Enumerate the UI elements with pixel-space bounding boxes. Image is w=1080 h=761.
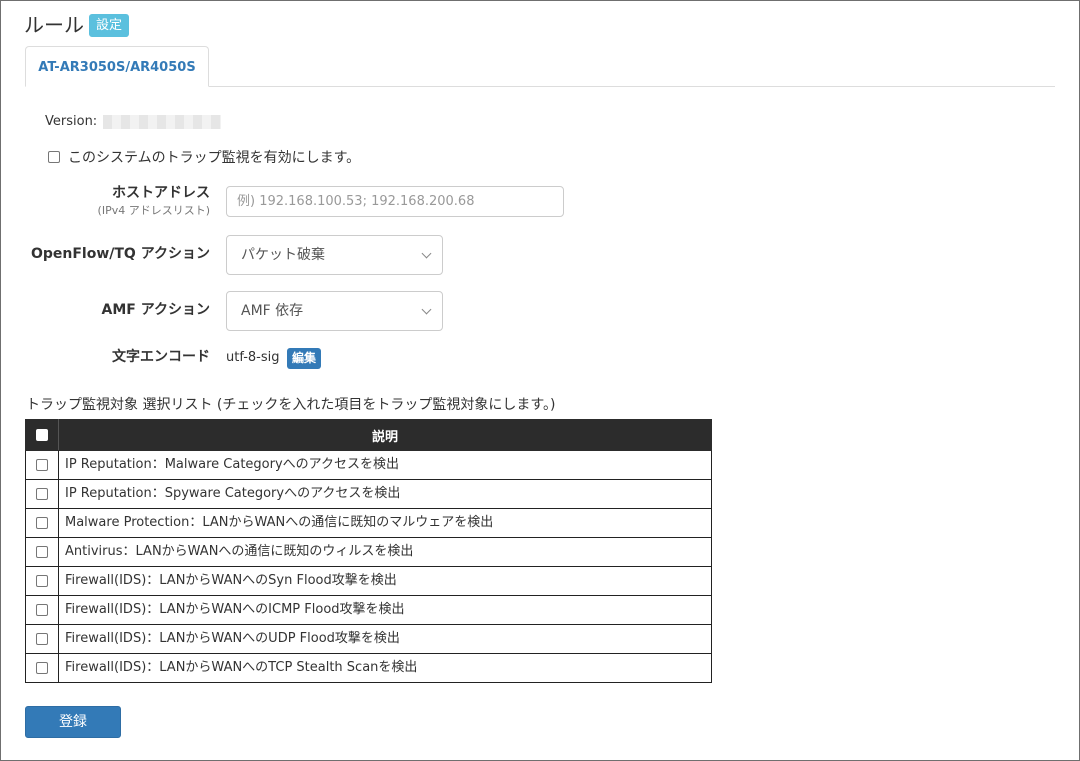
version-row: Version: (45, 113, 222, 131)
settings-badge[interactable]: 設定 (89, 14, 130, 37)
table-row: Firewall(IDS)：LANからWANへのICMP Flood攻撃を検出 (25, 595, 712, 625)
page-title: ルール (24, 13, 84, 37)
amf-action-select[interactable]: AMF 依存 (226, 291, 443, 331)
host-address-input[interactable]: 例) 192.168.100.53; 192.168.200.68 (226, 186, 564, 217)
select-all-checkbox[interactable] (36, 429, 48, 441)
openflow-action-value: パケット破棄 (241, 247, 325, 263)
table-row: Firewall(IDS)：LANからWANへのTCP Stealth Scan… (25, 653, 712, 683)
chevron-down-icon (421, 248, 432, 259)
trap-list-caption: トラップ監視対象 選択リスト (チェックを入れた項目をトラップ監視対象にします。… (26, 397, 556, 413)
row-description: Malware Protection：LANからWANへの通信に既知のマルウェア… (58, 508, 712, 538)
row-checkbox[interactable] (36, 487, 48, 500)
trap-list-table: 説明 IP Reputation：Malware Categoryへのアクセスを… (25, 419, 712, 683)
row-checkbox[interactable] (36, 632, 48, 645)
host-address-sublabel: (IPv4 アドレスリスト) (97, 204, 210, 217)
select-all-cell (25, 419, 59, 451)
enable-trap-checkbox[interactable] (48, 151, 60, 163)
amf-action-value: AMF 依存 (241, 303, 304, 319)
openflow-action-select[interactable]: パケット破棄 (226, 235, 443, 275)
table-row: Malware Protection：LANからWANへの通信に既知のマルウェア… (25, 508, 712, 538)
row-checkbox[interactable] (36, 661, 48, 674)
version-value-redacted (103, 114, 222, 129)
table-row: Firewall(IDS)：LANからWANへのUDP Flood攻撃を検出 (25, 624, 712, 654)
table-header-row: 説明 (25, 419, 712, 451)
encoding-label: 文字エンコード (112, 349, 210, 365)
host-address-label: ホストアドレス (112, 185, 210, 201)
row-description: Firewall(IDS)：LANからWANへのSyn Flood攻撃を検出 (58, 566, 712, 596)
column-description: 説明 (58, 419, 712, 451)
row-description: Firewall(IDS)：LANからWANへのICMP Flood攻撃を検出 (58, 595, 712, 625)
row-description: Firewall(IDS)：LANからWANへのUDP Flood攻撃を検出 (58, 624, 712, 654)
encoding-value: utf-8-sig (226, 350, 280, 365)
row-checkbox[interactable] (36, 516, 48, 529)
enable-trap-row[interactable]: このシステムのトラップ監視を有効にします。 (48, 148, 360, 168)
table-row: IP Reputation：Malware Categoryへのアクセスを検出 (25, 450, 712, 480)
table-row: Antivirus：LANからWANへの通信に既知のウィルスを検出 (25, 537, 712, 567)
row-description: Antivirus：LANからWANへの通信に既知のウィルスを検出 (58, 537, 712, 567)
enable-trap-label: このシステムのトラップ監視を有効にします。 (68, 150, 361, 166)
row-checkbox[interactable] (36, 458, 48, 471)
row-checkbox[interactable] (36, 603, 48, 616)
table-row: IP Reputation：Spyware Categoryへのアクセスを検出 (25, 479, 712, 509)
submit-button[interactable]: 登録 (25, 706, 121, 738)
table-row: Firewall(IDS)：LANからWANへのSyn Flood攻撃を検出 (25, 566, 712, 596)
row-description: IP Reputation：Spyware Categoryへのアクセスを検出 (58, 479, 712, 509)
openflow-action-label: OpenFlow/TQ アクション (30, 246, 210, 262)
tab-at-ar3050s-ar4050s[interactable]: AT-AR3050S/AR4050S (25, 46, 209, 87)
row-description: Firewall(IDS)：LANからWANへのTCP Stealth Scan… (58, 653, 712, 683)
version-label: Version: (45, 114, 98, 129)
row-checkbox[interactable] (36, 574, 48, 587)
amf-action-label: AMF アクション (101, 302, 210, 318)
row-description: IP Reputation：Malware Categoryへのアクセスを検出 (58, 450, 712, 480)
encoding-edit-button[interactable]: 編集 (287, 348, 322, 369)
row-checkbox[interactable] (36, 545, 48, 558)
chevron-down-icon (421, 304, 432, 315)
